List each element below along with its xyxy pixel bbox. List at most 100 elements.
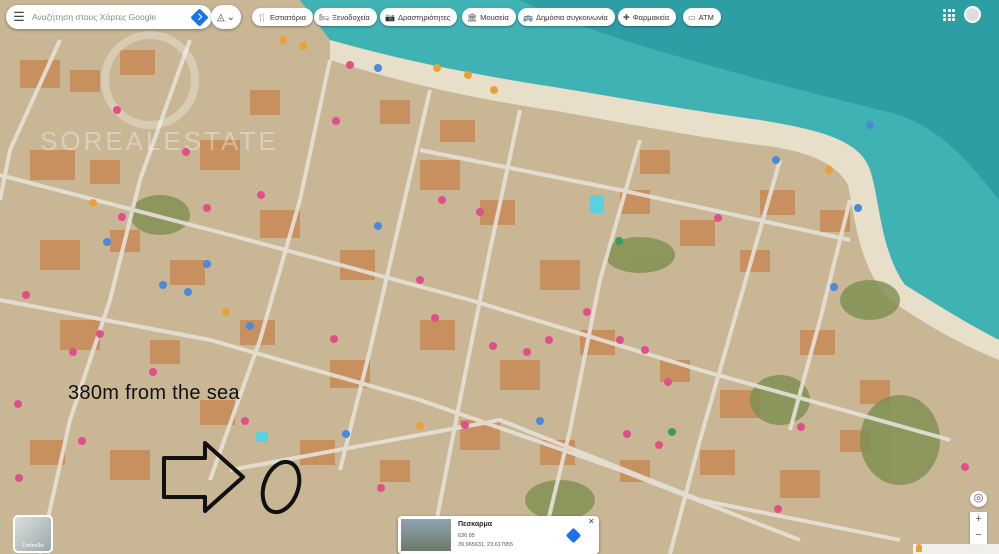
chip-transit[interactable]: 🚌 Δημόσια συγκοινωνία — [518, 8, 615, 26]
map-marker[interactable] — [89, 199, 97, 207]
map-marker[interactable] — [182, 148, 190, 156]
map-marker[interactable] — [490, 86, 498, 94]
map-marker[interactable] — [374, 64, 382, 72]
map-marker[interactable] — [854, 204, 862, 212]
map-marker[interactable] — [416, 276, 424, 284]
map-marker[interactable] — [825, 166, 833, 174]
chip-museums[interactable]: 🏛 Μουσεία — [462, 8, 516, 26]
atm-icon: ▭ — [688, 12, 696, 22]
map-marker[interactable] — [346, 61, 354, 69]
chevron-down-icon: ⌄ — [226, 11, 236, 23]
place-coordinates: 39.965631, 23.617955 — [458, 542, 514, 548]
map-marker[interactable] — [113, 106, 121, 114]
map-marker[interactable] — [14, 400, 22, 408]
chip-atm[interactable]: ▭ ATM — [683, 8, 721, 26]
watermark-text: SOREALESTATE — [40, 126, 279, 156]
place-card[interactable]: Πεσκαρμα 636 85 39.965631, 23.617955 ✕ — [398, 516, 599, 554]
chip-label: ATM — [698, 12, 714, 22]
map-marker[interactable] — [476, 208, 484, 216]
zoom-in-button[interactable]: + — [970, 512, 987, 528]
map-marker[interactable] — [772, 156, 780, 164]
search-input[interactable]: Αναζήτηση στους Χάρτες Google — [32, 12, 193, 22]
map-marker[interactable] — [96, 330, 104, 338]
close-icon[interactable]: ✕ — [588, 517, 595, 526]
map-marker[interactable] — [299, 42, 307, 50]
map-marker[interactable] — [464, 71, 472, 79]
place-postal-code: 636 85 — [458, 533, 475, 539]
map-marker[interactable] — [118, 213, 126, 221]
street-view-thumbnail[interactable] — [401, 519, 451, 551]
map-marker[interactable] — [655, 441, 663, 449]
map-marker[interactable] — [69, 348, 77, 356]
map-marker[interactable] — [159, 281, 167, 289]
footer-strip — [913, 544, 999, 554]
map-marker[interactable] — [797, 423, 805, 431]
map-marker[interactable] — [523, 348, 531, 356]
camera-icon: 📷 — [385, 12, 395, 22]
map-marker[interactable] — [961, 463, 969, 471]
map-marker[interactable] — [714, 214, 722, 222]
map-marker[interactable] — [241, 417, 249, 425]
pharmacy-icon: ✚ — [623, 12, 630, 22]
map-marker[interactable] — [583, 308, 591, 316]
avatar[interactable] — [964, 6, 981, 23]
chip-hotels[interactable]: 🛏 Ξενοδοχεία — [314, 8, 377, 26]
map-marker[interactable] — [774, 505, 782, 513]
zoom-out-button[interactable]: − — [970, 528, 987, 544]
map-marker[interactable] — [203, 260, 211, 268]
top-bar: ☰ Αναζήτηση στους Χάρτες Google ◬ ⌄ 🍴 Εστ… — [0, 0, 999, 34]
chip-label: Φαρμακεία — [632, 12, 670, 22]
map-marker[interactable] — [866, 121, 874, 129]
map-marker[interactable] — [616, 336, 624, 344]
map-marker[interactable] — [489, 342, 497, 350]
map-marker[interactable] — [641, 346, 649, 354]
directions-icon[interactable] — [190, 7, 209, 27]
map-marker[interactable] — [103, 238, 111, 246]
apps-grid-icon[interactable] — [943, 9, 955, 21]
map-marker[interactable] — [22, 291, 30, 299]
pegman-icon[interactable] — [916, 544, 922, 552]
map-marker[interactable] — [615, 237, 623, 245]
map-marker[interactable] — [222, 308, 230, 316]
annotation-text: 380m from the sea — [68, 382, 240, 404]
layers-button[interactable]: ◬ ⌄ — [211, 5, 241, 29]
map-marker[interactable] — [15, 474, 23, 482]
map-marker[interactable] — [664, 378, 672, 386]
map-marker[interactable] — [279, 36, 287, 44]
hamburger-menu-icon[interactable]: ☰ — [6, 9, 32, 25]
map-marker[interactable] — [246, 322, 254, 330]
map-marker[interactable] — [184, 288, 192, 296]
chip-label: Μουσεία — [480, 12, 509, 22]
search-box[interactable]: ☰ Αναζήτηση στους Χάρτες Google — [6, 5, 212, 29]
directions-icon[interactable] — [565, 527, 582, 544]
chip-activities[interactable]: 📷 Δραστηριότητες — [380, 8, 458, 26]
restaurant-icon: 🍴 — [257, 12, 267, 22]
map-marker[interactable] — [830, 283, 838, 291]
map-marker[interactable] — [257, 191, 265, 199]
map-marker[interactable] — [461, 421, 469, 429]
museum-icon: 🏛 — [467, 12, 478, 22]
map-marker[interactable] — [438, 196, 446, 204]
map-marker[interactable] — [433, 64, 441, 72]
map-marker[interactable] — [332, 117, 340, 125]
map-marker[interactable] — [342, 430, 350, 438]
map-marker[interactable] — [416, 422, 424, 430]
map-marker[interactable] — [149, 368, 157, 376]
chip-restaurants[interactable]: 🍴 Εστιατόρια — [252, 8, 313, 26]
map-marker[interactable] — [431, 314, 439, 322]
hotel-icon: 🛏 — [319, 12, 330, 22]
chip-pharmacies[interactable]: ✚ Φαρμακεία — [618, 8, 677, 26]
map-marker[interactable] — [536, 417, 544, 425]
map-marker[interactable] — [203, 204, 211, 212]
map-marker[interactable] — [623, 430, 631, 438]
map-marker[interactable] — [330, 335, 338, 343]
map-marker[interactable] — [377, 484, 385, 492]
chip-label: Εστιατόρια — [269, 12, 306, 22]
bus-icon: 🚌 — [523, 12, 533, 22]
map-marker[interactable] — [545, 336, 553, 344]
satellite-map[interactable]: SOREALESTATE — [0, 0, 999, 554]
map-marker[interactable] — [374, 222, 382, 230]
map-marker[interactable] — [78, 437, 86, 445]
map-marker[interactable] — [668, 428, 676, 436]
my-location-button[interactable]: ◎ — [970, 491, 987, 507]
